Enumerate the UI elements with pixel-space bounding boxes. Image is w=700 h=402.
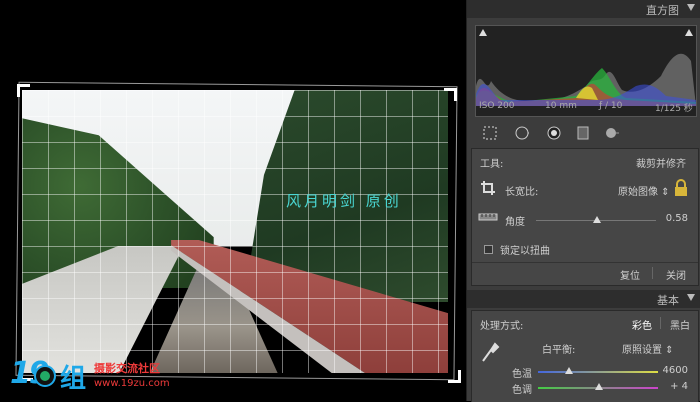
tool-strip bbox=[475, 122, 695, 146]
logo-tagline: 摄影交流社区 bbox=[94, 362, 160, 375]
histogram-title: 直方图 bbox=[646, 4, 679, 17]
straighten-tool-icon[interactable] bbox=[478, 211, 498, 223]
temp-slider-track[interactable] bbox=[538, 371, 658, 373]
temp-value[interactable]: 4600 bbox=[663, 365, 688, 376]
temp-label: 色温 bbox=[512, 369, 532, 380]
tint-label: 色调 bbox=[512, 385, 532, 396]
crop-handle-top-right[interactable] bbox=[444, 88, 457, 101]
site-logo: 19 组 摄影交流社区 www.19zu.com bbox=[8, 356, 208, 396]
crop-frame[interactable] bbox=[15, 81, 458, 381]
angle-slider-thumb[interactable] bbox=[592, 216, 601, 223]
reset-button[interactable]: 复位 bbox=[620, 267, 640, 282]
histogram-header[interactable]: 直方图 bbox=[467, 0, 700, 18]
aspect-select[interactable]: 原始图像 ⇕ bbox=[618, 183, 670, 198]
white-balance-label: 白平衡: bbox=[542, 345, 576, 356]
close-button[interactable]: 关闭 bbox=[666, 267, 686, 282]
treatment-color[interactable]: 彩色 bbox=[632, 317, 652, 332]
treatment-bw[interactable]: 黑白 bbox=[670, 317, 690, 332]
basic-header[interactable]: 基本 bbox=[467, 290, 700, 308]
white-balance-eyedropper-icon[interactable] bbox=[480, 341, 500, 363]
crop-tool-icon[interactable] bbox=[483, 126, 497, 140]
tint-value[interactable]: + 4 bbox=[670, 381, 688, 392]
button-divider bbox=[652, 267, 653, 279]
red-eye-icon[interactable] bbox=[547, 126, 561, 140]
angle-value[interactable]: 0.58 bbox=[666, 213, 688, 224]
logo-url: www.19zu.com bbox=[94, 378, 170, 389]
crop-frame-icon[interactable] bbox=[480, 180, 496, 196]
watermark-text: 风月明剑 原创 bbox=[286, 192, 402, 210]
exif-iso: ISO 200 bbox=[479, 101, 515, 111]
white-balance-select[interactable]: 原照设置 ⇕ bbox=[622, 341, 674, 356]
camera-lens-icon bbox=[34, 365, 56, 387]
basic-title: 基本 bbox=[657, 294, 679, 307]
constrain-label: 锁定以扭曲 bbox=[500, 246, 550, 257]
aspect-label: 长宽比: bbox=[505, 187, 539, 198]
treatment-label: 处理方式: bbox=[480, 321, 524, 332]
exif-shutter: 1/125 秒 bbox=[655, 104, 693, 114]
exif-aperture: ƒ / 10 bbox=[599, 101, 623, 111]
tool-label: 工具: bbox=[480, 159, 504, 170]
crop-panel: 工具: 裁剪并修齐 长宽比: 原始图像 ⇕ 角度 0.58 锁定以扭曲 复位 关… bbox=[471, 148, 699, 286]
constrain-checkbox[interactable] bbox=[484, 245, 493, 254]
adjustment-brush-icon[interactable] bbox=[605, 126, 619, 140]
treatment-divider bbox=[660, 317, 661, 329]
tool-name: 裁剪并修齐 bbox=[636, 159, 686, 170]
collapse-icon[interactable] bbox=[687, 4, 695, 11]
temp-slider-thumb[interactable] bbox=[565, 367, 573, 374]
spot-removal-icon[interactable] bbox=[515, 126, 529, 140]
photo-canvas[interactable]: 风月明剑 原创 19 组 摄影交流社区 www.19zu.com bbox=[0, 0, 466, 401]
graduated-filter-icon[interactable] bbox=[577, 126, 591, 140]
logo-zu-glyph: 组 bbox=[60, 364, 87, 394]
tint-slider-thumb[interactable] bbox=[595, 383, 603, 390]
crop-handle-top-left[interactable] bbox=[17, 84, 30, 97]
exif-focal-length: 10 mm bbox=[545, 101, 577, 111]
develop-panel: 直方图 ISO 200 10 mm ƒ / 10 1/125 秒 工具: 裁剪并… bbox=[466, 0, 700, 402]
basic-panel: 处理方式: 彩色 黑白 白平衡: 原照设置 ⇕ 色温 4600 色调 + 4 bbox=[471, 310, 699, 402]
angle-label: 角度 bbox=[505, 217, 525, 228]
divider bbox=[472, 262, 698, 263]
lock-icon[interactable] bbox=[674, 179, 688, 197]
collapse-icon[interactable] bbox=[687, 294, 695, 301]
crop-handle-bottom-right[interactable] bbox=[448, 370, 461, 383]
